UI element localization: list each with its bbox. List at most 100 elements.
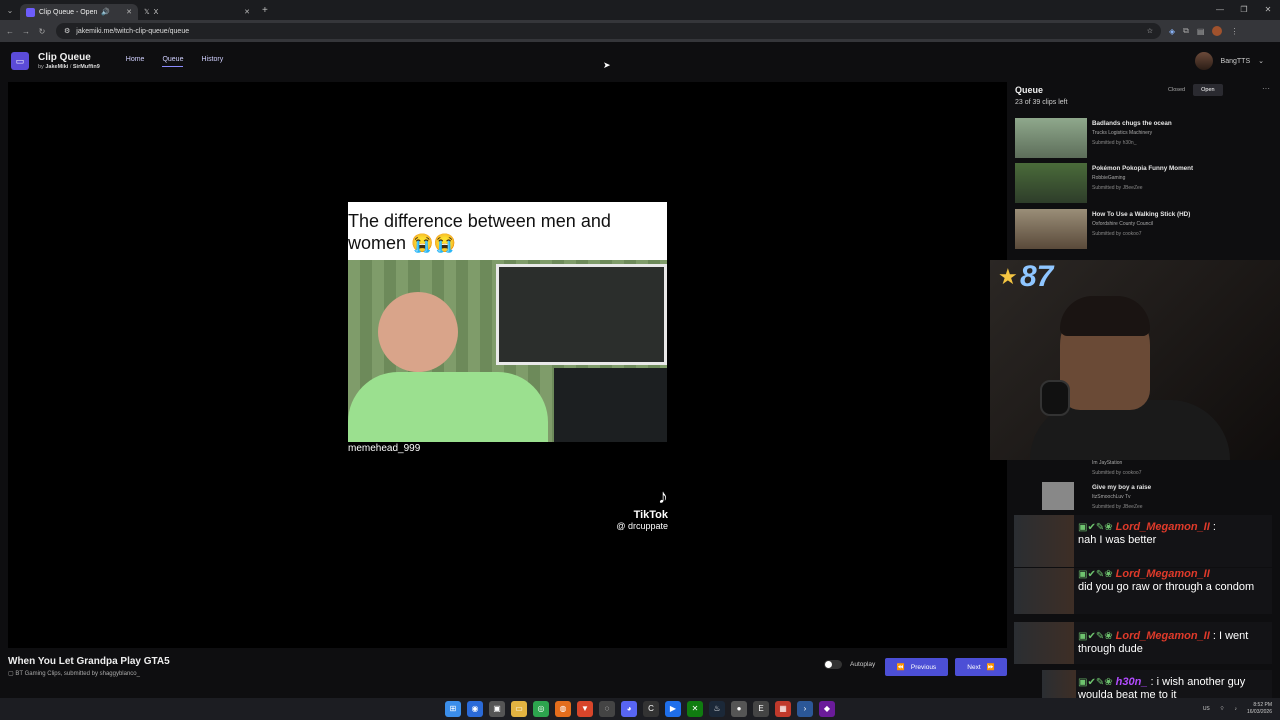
url-text: jakemiki.me/twitch-clip-queue/queue [76,27,190,35]
channel-points: 87 [1020,260,1054,293]
address-bar[interactable]: ⚙ jakemiki.me/twitch-clip-queue/queue ☆ [56,23,1161,39]
clip-channel[interactable]: BT Gaming Clips [15,671,60,677]
new-tab-button[interactable]: + [262,5,268,16]
author-link[interactable]: JakeMiki [45,64,68,70]
previous-button[interactable]: ⏪ Previous [885,658,948,676]
tab-x[interactable]: 𝕏 X ✕ [138,4,256,20]
fast-forward-icon: ⏩ [986,664,995,671]
chrome-icon[interactable]: ◎ [533,701,549,717]
epic-games-icon[interactable]: E [753,701,769,717]
wifi-icon[interactable]: ⌔ [1220,706,1225,712]
clip-queue-favicon-icon [26,7,35,17]
tiktok-handle: @ drcuppate [616,521,668,531]
volume-icon[interactable]: ♪ [1234,706,1237,712]
steam-icon[interactable]: ♨ [709,701,725,717]
bookmark-star-icon[interactable]: ☆ [1147,27,1153,35]
copilot-icon[interactable]: ◉ [467,701,483,717]
nav-history[interactable]: History [201,56,223,67]
tiktok-logo-icon: ♪ [658,486,668,508]
app-icon[interactable]: ◆ [819,701,835,717]
extensions-puzzle-icon[interactable]: ⧉ [1183,26,1189,36]
next-button[interactable]: Next ⏩ [955,658,1007,676]
video-monitor [496,264,667,365]
nav-queue[interactable]: Queue [162,56,184,67]
tab-clip-queue[interactable]: Clip Queue - Open 🔊 ✕ [20,4,138,20]
chat-message-body: ▣✔✎❀ Lord_Megamon_II did you go raw or t… [1014,568,1272,594]
back-icon[interactable]: ← [4,27,16,36]
site-info-icon[interactable]: ⚙ [64,27,70,35]
username: BangTTS [1220,57,1251,65]
github-icon[interactable]: ● [731,701,747,717]
queue-item[interactable]: How To Use a Walking Stick (HD) Oxfordsh… [1015,209,1277,251]
queue-open-button[interactable]: Open [1193,84,1223,96]
task-view-icon[interactable]: ▣ [489,701,505,717]
chat-message-body: ▣✔✎❀ Lord_Megamon_II : I went through du… [1014,622,1272,656]
close-window-icon[interactable]: ✕ [1256,0,1280,20]
chat-username: Lord_Megamon_II [1115,630,1210,642]
browser-tab-bar: ⌄ Clip Queue - Open 🔊 ✕ 𝕏 X ✕ + — ❐ ✕ [0,0,1280,20]
queue-item-channel: ItzSmoochLuv Tv [1092,494,1131,500]
obs-icon[interactable]: ◌ [599,701,615,717]
file-explorer-icon[interactable]: ▭ [511,701,527,717]
video-caption: The difference between men and women 😭😭 [348,211,611,253]
next-label: Next [967,663,981,671]
chat-badges-icon: ▣✔✎❀ [1078,569,1113,580]
chat-colon: : [1147,676,1154,688]
queue-item[interactable]: Badlands chugs the ocean Trucks Logistic… [1015,118,1277,160]
reload-icon[interactable]: ↻ [36,27,48,36]
clip-info: When You Let Grandpa Play GTA5 ▢ BT Gami… [8,656,170,677]
close-tab-icon[interactable]: ✕ [126,8,132,16]
queue-item[interactable]: Pokémon Pokopia Funny Moment RobbieGamin… [1015,163,1277,205]
author-link[interactable]: SirMuffin9 [73,64,100,70]
windows-start-icon[interactable]: ⊞ [445,701,461,717]
clip-submitter: , submitted by shaggyblanco_ [60,671,140,677]
star-icon: ★ [998,264,1018,289]
nav-home[interactable]: Home [126,56,145,67]
autoplay-toggle[interactable] [824,660,842,669]
minimize-icon[interactable]: — [1208,0,1232,20]
media-player-icon[interactable]: ▶ [665,701,681,717]
calendar-icon[interactable]: ▦ [775,701,791,717]
chat-colon: : [1209,521,1216,533]
tab-search-icon[interactable]: ⌄ [0,6,20,15]
chat-username: Lord_Megamon_II [1115,521,1210,533]
clip-thumbnail [1042,482,1074,510]
clip-thumbnail [1015,163,1087,203]
chat-message: ▣✔✎❀ Lord_Megamon_II : nah I was better [1014,515,1272,567]
profile-avatar[interactable] [1212,26,1223,36]
extension-icon[interactable]: ◈ [1169,27,1175,36]
window-controls: — ❐ ✕ [1208,0,1280,20]
clip-queue-logo-icon[interactable]: ▭ [11,52,29,70]
browser-menu-icon[interactable]: ⋮ [1230,27,1238,36]
browser-toolbar: ← → ↻ ⚙ jakemiki.me/twitch-clip-queue/qu… [0,20,1280,42]
close-tab-icon[interactable]: ✕ [244,8,250,16]
tab-label: X [153,8,159,16]
tab-label: Clip Queue - Open [39,8,98,16]
video-person-head [378,292,458,372]
firefox-icon[interactable]: ◍ [555,701,571,717]
forward-icon[interactable]: → [20,27,32,36]
speaker-icon[interactable]: 🔊 [101,8,110,16]
brave-icon[interactable]: ▼ [577,701,593,717]
media-icon[interactable]: ▤ [1197,27,1205,36]
terminal-icon[interactable]: › [797,701,813,717]
cursor-app-icon[interactable]: C [643,701,659,717]
more-options-icon[interactable]: ··· [1262,84,1270,93]
webcam-hair [1060,296,1150,336]
maximize-icon[interactable]: ❐ [1232,0,1256,20]
discord-icon[interactable]: ◕ [621,701,637,717]
keyboard-language[interactable]: US [1203,706,1210,712]
video-frame[interactable]: The difference between men and women 😭😭 … [348,202,667,454]
user-menu[interactable]: BangTTS ⌄ [1194,52,1264,70]
chat-text: did you go raw or through a condom [1078,581,1255,593]
chat-badges-icon: ▣✔✎❀ [1078,677,1113,688]
clock[interactable]: 8:52 PM 16/03/2026 [1247,702,1272,716]
chevron-down-icon: ⌄ [1258,58,1264,65]
video-handle: memehead_999 [348,442,667,454]
app-header: ▭ Clip Queue by JakeMiki / SirMuffin9 Ho… [0,42,1280,80]
xbox-icon[interactable]: ✕ [687,701,703,717]
autoplay-label: Autoplay [850,661,876,668]
queue-count: 23 of 39 clips left [1015,99,1068,106]
queue-item-submitter: Submitted by h30n_ [1092,140,1137,146]
queue-closed-button[interactable]: Closed [1160,84,1193,96]
